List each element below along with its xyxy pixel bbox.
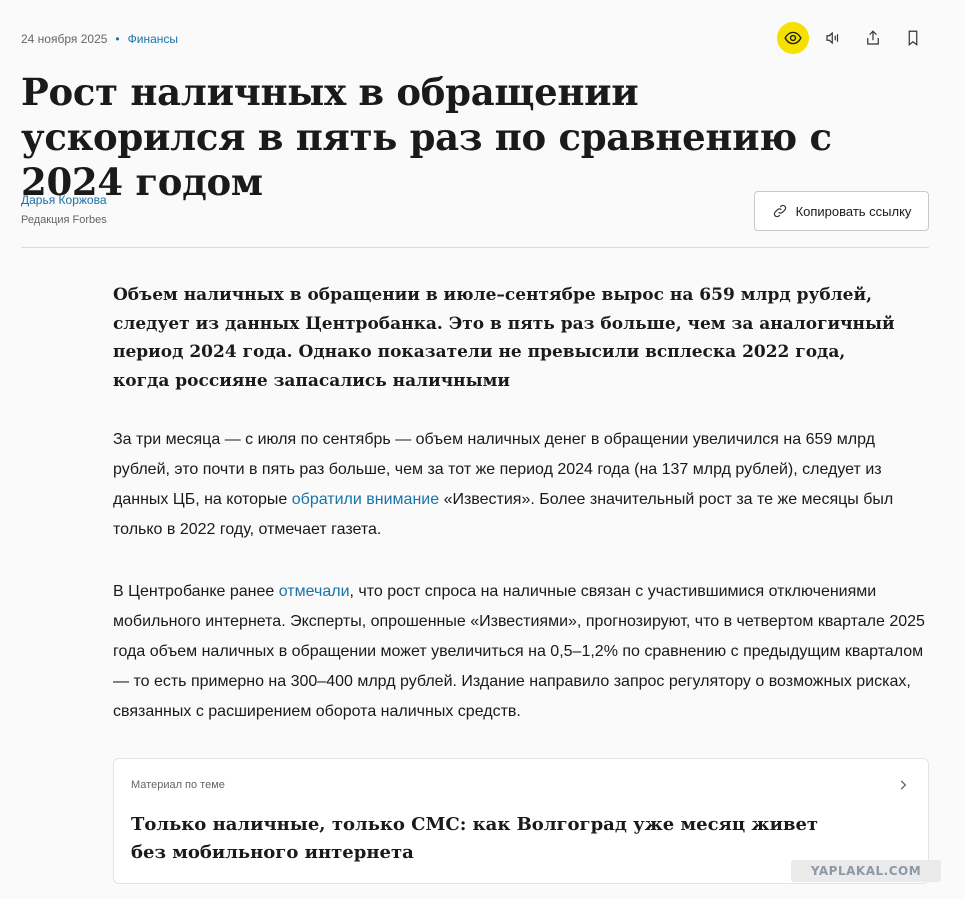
- chevron-right-icon: [900, 780, 907, 790]
- rubric-link[interactable]: Финансы: [128, 32, 178, 46]
- article-meta: 24 ноября 2025 • Финансы: [21, 32, 178, 46]
- link-icon: [773, 204, 786, 218]
- related-title: Только наличные, только СМС: как Волгогр…: [131, 814, 819, 863]
- body-paragraph: В Центробанке ранее отмечали, что рост с…: [113, 577, 929, 727]
- cbr-source-link[interactable]: отмечали: [279, 583, 350, 600]
- bookmark-icon[interactable]: [897, 22, 929, 54]
- paragraph-text: В Центробанке ранее: [113, 583, 279, 600]
- author-name-link[interactable]: Дарья Коржова: [21, 193, 107, 207]
- meta-separator: •: [115, 32, 120, 46]
- watermark: YAPLAKAL.COM: [791, 860, 941, 882]
- author-role: Редакция Forbes: [21, 214, 107, 226]
- paragraph-text: , что рост спроса на наличные связан с у…: [113, 583, 925, 720]
- header-divider: [21, 247, 929, 248]
- article-lead: Объем наличных в обращении в июле–сентяб…: [113, 285, 895, 391]
- body-paragraph: За три месяца — с июля по сентябрь — объ…: [113, 425, 929, 545]
- share-icon[interactable]: [857, 22, 889, 54]
- speaker-icon[interactable]: [817, 22, 849, 54]
- article-headline: Рост наличных в обращении ускорился в пя…: [21, 70, 832, 204]
- article-toolbar: [777, 22, 937, 54]
- eye-icon[interactable]: [777, 22, 809, 54]
- publish-date: 24 ноября 2025: [21, 32, 108, 46]
- copy-link-button[interactable]: Копировать ссылку: [754, 191, 929, 231]
- author-block: Дарья Коржова Редакция Forbes: [21, 193, 107, 226]
- related-label: Материал по теме: [131, 779, 225, 791]
- copy-link-label: Копировать ссылку: [795, 203, 912, 219]
- izvestia-source-link[interactable]: обратили внимание: [292, 491, 439, 508]
